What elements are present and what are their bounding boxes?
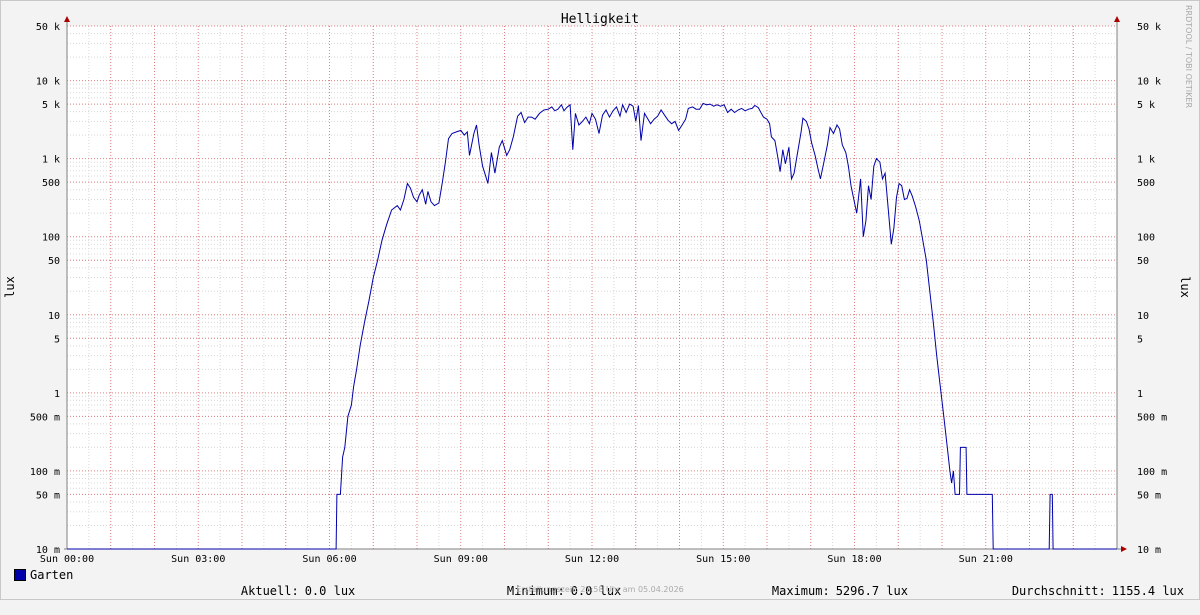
y-tick-label-left: 10 k xyxy=(36,77,60,88)
chart-title: Helligkeit xyxy=(561,12,639,27)
x-tick-label: Sun 06:00 xyxy=(302,554,356,565)
y-tick-label-right: 50 xyxy=(1137,256,1149,267)
y-tick-label-right: 1 k xyxy=(1137,155,1155,166)
y-tick-label-left: 50 xyxy=(48,256,60,267)
y-tick-label-left: 5 k xyxy=(42,100,60,111)
x-axis-ticks: Sun 00:00 Sun 03:00 Sun 06:00 Sun 09:00 Sun … xyxy=(40,554,1013,565)
y-tick-label-left: 500 xyxy=(42,178,60,189)
y-axis-label-right: lux xyxy=(1178,276,1192,298)
y-tick-label-right: 500 m xyxy=(1137,412,1167,423)
y-tick-label-right: 10 xyxy=(1137,311,1149,322)
y-tick-label-left: 10 xyxy=(48,311,60,322)
y-tick-label-left: 1 xyxy=(54,389,60,400)
y-axis-right-ticks: 50 k 10 k 5 k 1 k 500 100 50 10 5 1 500 m 100 m 50 m… xyxy=(1137,22,1167,556)
y-tick-label-right: 100 xyxy=(1137,233,1155,244)
y-tick-label-right: 5 k xyxy=(1137,100,1155,111)
y-tick-label-left: 100 xyxy=(42,233,60,244)
chart: Helligkeit 50 k 10 k 5 k 1 k 500 100 50 10 5 1 500… xyxy=(3,12,1192,565)
legend-series-name: Garten xyxy=(30,568,74,582)
y-axis-left-arrow xyxy=(64,16,70,22)
x-tick-label: Sun 21:00 xyxy=(959,554,1013,565)
y-tick-label-right: 50 k xyxy=(1137,22,1161,33)
x-tick-label: Sun 12:00 xyxy=(565,554,619,565)
y-tick-label-left: 1 k xyxy=(42,155,60,166)
y-tick-label-right: 1 xyxy=(1137,389,1143,400)
y-tick-label-left: 5 xyxy=(54,334,60,345)
x-tick-label: Sun 15:00 xyxy=(696,554,750,565)
y-tick-label-left: 100 m xyxy=(30,467,60,478)
y-axis-right-arrow xyxy=(1114,16,1120,22)
y-tick-label-right: 5 xyxy=(1137,334,1143,345)
x-tick-label: Sun 09:00 xyxy=(434,554,488,565)
y-tick-label-right: 500 xyxy=(1137,178,1155,189)
y-tick-label-left: 50 m xyxy=(36,490,60,501)
y-tick-label-left: 50 k xyxy=(36,22,60,33)
rrdtool-watermark: RRDTOOL / TOBI OETIKER xyxy=(1184,5,1193,109)
y-tick-label-right: 100 m xyxy=(1137,467,1167,478)
y-tick-label-right: 10 k xyxy=(1137,77,1161,88)
x-tick-label: Sun 18:00 xyxy=(827,554,881,565)
footer-timestamp: Erstellungszeit: 23:58 Uhr am 05.04.2026 xyxy=(516,585,684,594)
y-tick-label-right: 10 m xyxy=(1137,545,1161,556)
legend: Garten Aktuell: 0.0 lux Minimum: 0.0 lux M… xyxy=(0,567,1200,598)
y-axis-label-left: lux xyxy=(3,276,17,298)
legend-swatch-garten xyxy=(14,569,26,581)
y-tick-label-left: 500 m xyxy=(30,412,60,423)
y-tick-label-right: 50 m xyxy=(1137,490,1161,501)
x-axis-arrow xyxy=(1121,546,1127,552)
x-tick-label: Sun 03:00 xyxy=(171,554,225,565)
y-axis-left-ticks: 50 k 10 k 5 k 1 k 500 100 50 10 5 1 500 m 100 m 50 m… xyxy=(30,22,60,556)
x-tick-label: Sun 00:00 xyxy=(40,554,94,565)
